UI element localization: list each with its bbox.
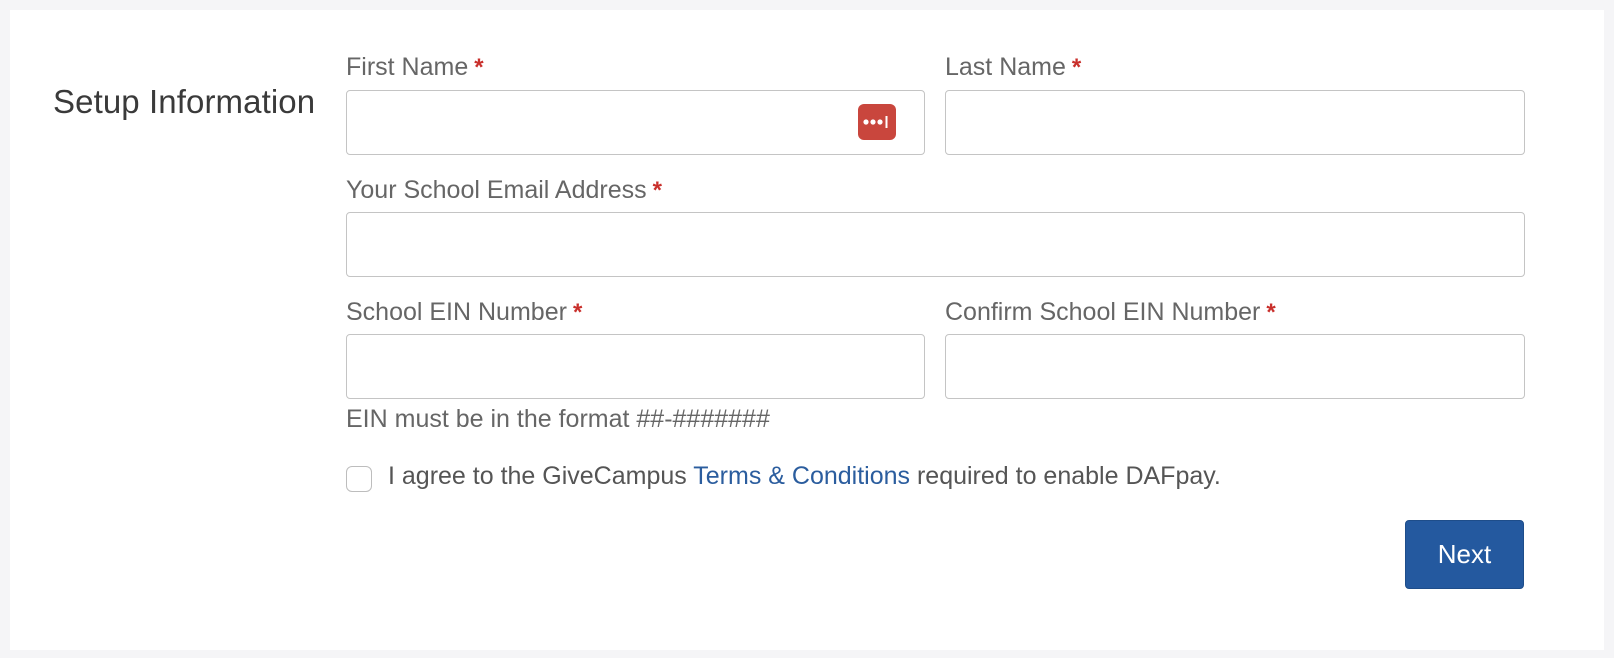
next-button[interactable]: Next: [1405, 520, 1524, 589]
terms-text-before: I agree to the GiveCampus: [388, 462, 694, 490]
email-input[interactable]: [346, 212, 1525, 277]
last-name-input[interactable]: [945, 90, 1525, 155]
required-asterisk: *: [474, 54, 484, 81]
ein-label-text: School EIN Number: [346, 298, 567, 326]
last-name-label: Last Name *: [945, 53, 1081, 82]
first-name-label: First Name *: [346, 53, 484, 82]
terms-agreement-text: I agree to the GiveCampus Terms & Condit…: [388, 462, 1221, 491]
confirm-ein-label: Confirm School EIN Number *: [945, 298, 1276, 327]
confirm-ein-label-text: Confirm School EIN Number: [945, 298, 1261, 326]
email-label-text: Your School Email Address: [346, 176, 647, 204]
confirm-ein-input[interactable]: [945, 334, 1525, 399]
required-asterisk: *: [572, 299, 583, 326]
required-asterisk: *: [652, 177, 662, 204]
ein-label: School EIN Number *: [346, 298, 582, 327]
setup-form-card: Setup Information First Name * Last Name *…: [10, 10, 1604, 650]
first-name-input[interactable]: [346, 90, 925, 155]
ein-input[interactable]: [346, 334, 925, 399]
section-title: Setup Information: [53, 83, 316, 120]
email-label: Your School Email Address *: [346, 176, 662, 205]
terms-checkbox[interactable]: [346, 466, 372, 492]
last-name-label-text: Last Name: [945, 53, 1066, 81]
password-manager-dots-icon: [863, 116, 888, 128]
password-manager-icon[interactable]: [858, 104, 896, 140]
required-asterisk: *: [1071, 54, 1082, 81]
ein-format-hint: EIN must be in the format ##-#######: [346, 405, 770, 433]
required-asterisk: *: [1266, 299, 1276, 326]
terms-conditions-link[interactable]: Terms & Conditions: [693, 462, 910, 490]
terms-text-after: required to enable DAFpay.: [910, 462, 1221, 490]
first-name-label-text: First Name: [346, 53, 469, 81]
